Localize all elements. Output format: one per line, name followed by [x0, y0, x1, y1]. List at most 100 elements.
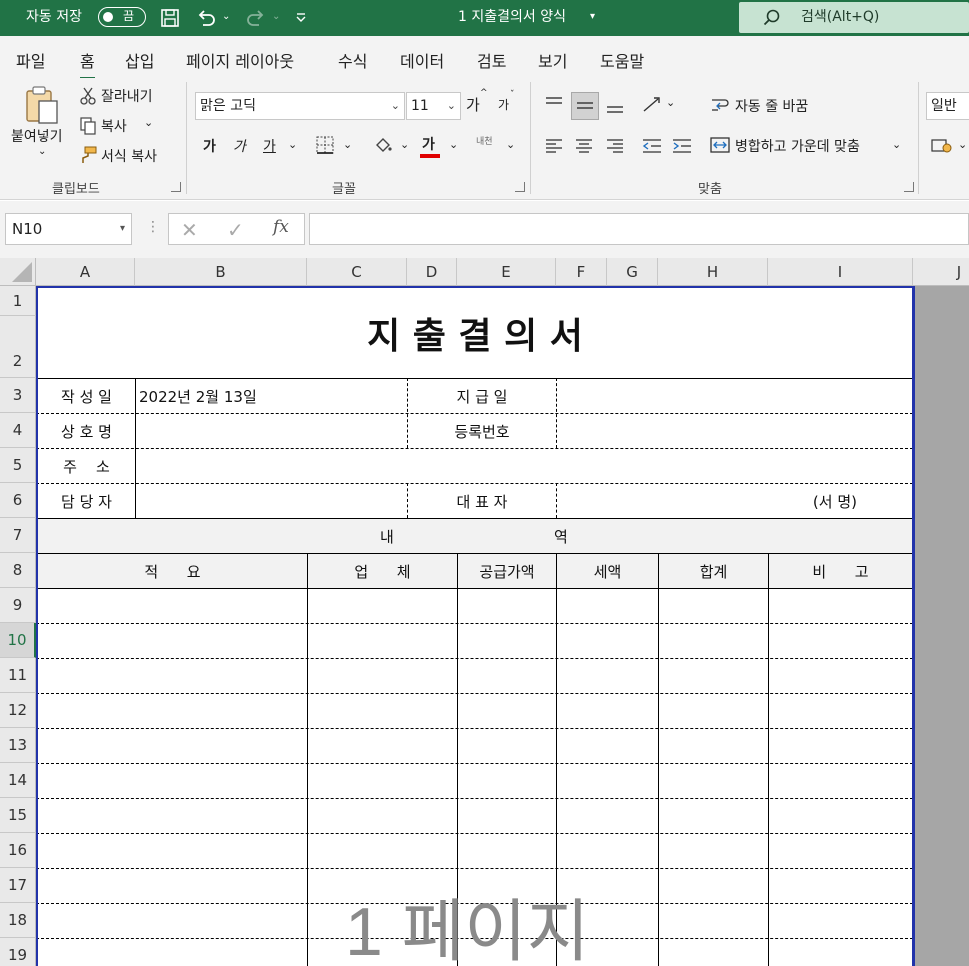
select-all-button[interactable] — [0, 258, 36, 286]
tab-insert[interactable]: 삽입 — [125, 48, 154, 72]
company-name-value[interactable] — [136, 414, 407, 448]
underline-dropdown-icon[interactable]: ⌄ — [288, 138, 297, 151]
tab-help[interactable]: 도움말 — [600, 48, 644, 72]
column-header-f[interactable]: F — [556, 258, 607, 286]
border-dropdown-icon[interactable]: ⌄ — [343, 138, 352, 151]
column-summary[interactable]: 적 요 — [38, 554, 307, 588]
row-header-15[interactable]: 15 — [0, 798, 36, 833]
name-box[interactable]: N10 ▾ — [5, 213, 132, 245]
wrap-text-icon[interactable] — [709, 94, 731, 116]
align-right-icon[interactable] — [603, 134, 627, 158]
copy-button[interactable]: 복사 — [101, 116, 127, 136]
align-top-icon[interactable] — [542, 92, 566, 116]
row-header-19[interactable]: 19 — [0, 938, 36, 966]
details-heading-left[interactable]: 내 — [380, 519, 400, 553]
column-tax[interactable]: 세액 — [557, 554, 658, 588]
column-header-h[interactable]: H — [658, 258, 768, 286]
cut-icon[interactable] — [78, 86, 98, 106]
column-header-e[interactable]: E — [457, 258, 556, 286]
ceo-label[interactable]: 대 표 자 — [408, 484, 556, 518]
format-painter-button[interactable]: 서식 복사 — [101, 146, 157, 166]
redo-dropdown-icon[interactable]: ⌄ — [272, 0, 280, 36]
row-header-3[interactable]: 3 — [0, 378, 36, 413]
manager-label[interactable]: 담 당 자 — [38, 484, 135, 518]
phonetic-button[interactable]: 내천 — [476, 134, 493, 147]
document-title[interactable]: 1 지출결의서 양식 — [458, 0, 566, 36]
merge-dropdown-icon[interactable]: ⌄ — [892, 138, 901, 151]
row-header-7[interactable]: 7 — [0, 518, 36, 553]
wrap-text-button[interactable]: 자동 줄 바꿈 — [735, 96, 808, 116]
fill-color-icon[interactable] — [372, 134, 394, 156]
enter-icon[interactable]: ✓ — [227, 218, 244, 242]
payment-date-label[interactable]: 지 급 일 — [408, 379, 556, 413]
font-color-dropdown-icon[interactable]: ⌄ — [449, 138, 458, 151]
address-value[interactable] — [136, 449, 912, 483]
column-remark[interactable]: 비 고 — [769, 554, 912, 588]
title-dropdown-icon[interactable]: ▾ — [590, 0, 595, 36]
created-date-label[interactable]: 작 성 일 — [38, 379, 135, 413]
row-header-10[interactable]: 10 — [0, 623, 36, 658]
alignment-launcher-icon[interactable] — [904, 182, 914, 192]
font-name-select[interactable]: 맑은 고딕 ⌄ — [195, 92, 405, 120]
tab-formulas[interactable]: 수식 — [338, 48, 367, 72]
customize-toolbar-icon[interactable] — [292, 6, 310, 30]
payment-date-value[interactable] — [557, 379, 912, 413]
company-name-label[interactable]: 상 호 명 — [38, 414, 135, 448]
undo-icon[interactable] — [194, 6, 218, 30]
phonetic-dropdown-icon[interactable]: ⌄ — [506, 138, 515, 151]
registration-number-label[interactable]: 등록번호 — [408, 414, 556, 448]
address-label[interactable]: 주 소 — [38, 449, 135, 483]
column-header-i[interactable]: I — [768, 258, 913, 286]
orientation-dropdown-icon[interactable]: ⌄ — [666, 96, 675, 109]
merge-center-button[interactable]: 병합하고 가운데 맞춤 — [735, 136, 860, 156]
tab-page-layout[interactable]: 페이지 레이아웃 — [186, 48, 294, 72]
paste-icon[interactable] — [22, 84, 62, 126]
row-header-8[interactable]: 8 — [0, 553, 36, 588]
underline-button[interactable]: 가 — [263, 136, 276, 156]
grow-font-button[interactable]: 가 — [466, 94, 480, 115]
registration-number-value[interactable] — [557, 414, 912, 448]
column-header-c[interactable]: C — [307, 258, 407, 286]
formula-bar-grip-icon[interactable]: ⋮ — [146, 219, 160, 235]
align-middle-icon[interactable] — [571, 92, 599, 120]
row-header-12[interactable]: 12 — [0, 693, 36, 728]
tab-home[interactable]: 홈 — [80, 48, 95, 80]
align-bottom-icon[interactable] — [603, 94, 627, 118]
row-header-16[interactable]: 16 — [0, 833, 36, 868]
cut-button[interactable]: 잘라내기 — [101, 86, 153, 106]
row-header-11[interactable]: 11 — [0, 658, 36, 693]
created-date-value[interactable]: 2022년 2월 13일 — [139, 379, 407, 413]
column-header-g[interactable]: G — [607, 258, 658, 286]
row-header-5[interactable]: 5 — [0, 448, 36, 483]
row-header-6[interactable]: 6 — [0, 483, 36, 518]
column-header-j[interactable]: J — [913, 258, 969, 286]
decrease-indent-icon[interactable] — [640, 134, 664, 158]
increase-indent-icon[interactable] — [670, 134, 694, 158]
form-title[interactable]: 지 출 결 의 서 — [38, 288, 912, 378]
save-icon[interactable] — [158, 6, 182, 30]
align-left-icon[interactable] — [542, 134, 566, 158]
fill-color-dropdown-icon[interactable]: ⌄ — [400, 138, 409, 151]
border-icon[interactable] — [314, 134, 336, 156]
row-header-17[interactable]: 17 — [0, 868, 36, 903]
number-format-select[interactable]: 일반 — [926, 92, 969, 120]
align-center-icon[interactable] — [572, 134, 596, 158]
row-header-2[interactable]: 2 — [0, 316, 36, 378]
formula-input[interactable] — [309, 213, 969, 245]
column-header-d[interactable]: D — [407, 258, 457, 286]
column-vendor[interactable]: 업 체 — [308, 554, 457, 588]
autosave-toggle[interactable]: 끔 — [98, 7, 146, 27]
tab-view[interactable]: 보기 — [538, 48, 567, 72]
font-launcher-icon[interactable] — [515, 182, 525, 192]
merge-center-icon[interactable] — [709, 134, 731, 156]
paste-button[interactable]: 붙여넣기 — [11, 126, 63, 146]
column-header-b[interactable]: B — [135, 258, 307, 286]
paste-dropdown-icon[interactable]: ⌄ — [38, 146, 46, 157]
copy-dropdown-icon[interactable]: ⌄ — [144, 116, 153, 129]
tab-review[interactable]: 검토 — [477, 48, 506, 72]
redo-icon[interactable] — [244, 6, 268, 30]
insert-function-icon[interactable]: fx — [273, 217, 289, 237]
column-total[interactable]: 합계 — [659, 554, 768, 588]
font-size-select[interactable]: 11 ⌄ — [406, 92, 461, 120]
row-header-14[interactable]: 14 — [0, 763, 36, 798]
